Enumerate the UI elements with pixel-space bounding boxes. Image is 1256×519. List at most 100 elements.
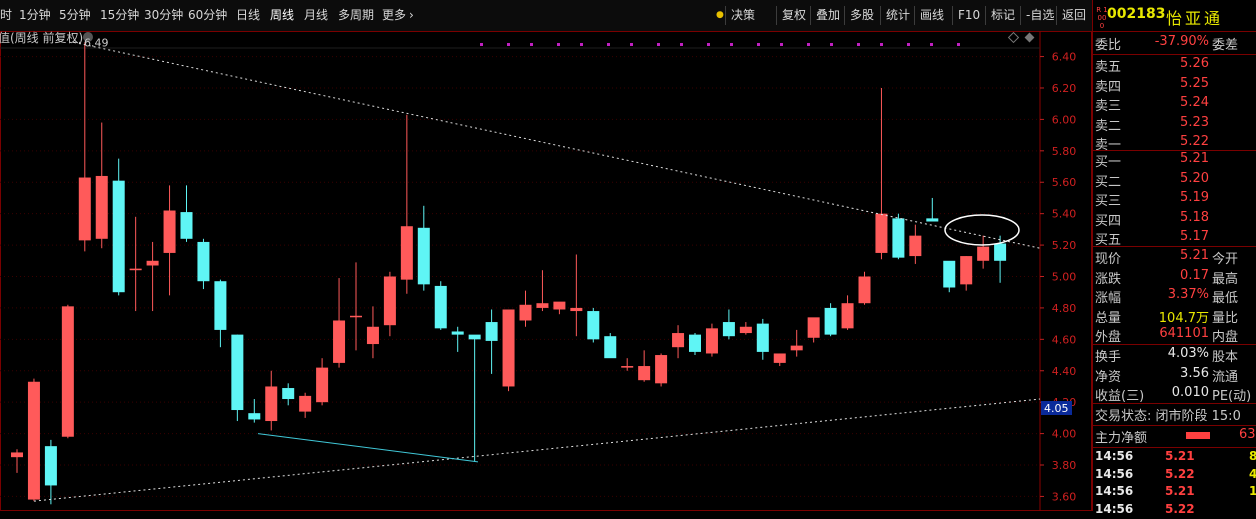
period-tab-6[interactable]: 日线 xyxy=(236,0,260,31)
candle-body xyxy=(265,386,278,422)
candle-body xyxy=(400,226,413,280)
candle-body xyxy=(112,180,125,293)
stat-row-2: 收益(三) 0.010 PE(动) xyxy=(1093,385,1256,404)
candle-body xyxy=(994,243,1007,261)
y-tick-label: 5.40 xyxy=(1052,208,1077,221)
toolbar-button-8[interactable]: -自选 xyxy=(1026,0,1054,31)
kline-chart[interactable]: 6.40 6.20 6.00 5.80 5.60 5.40 5.20 5.00 4.80 4.60… xyxy=(0,30,1092,511)
high-label: 6.49 xyxy=(84,36,109,49)
period-tab-7[interactable]: 周线 xyxy=(270,0,294,31)
period-tab-4[interactable]: 30分钟 xyxy=(144,0,183,31)
signal-dot xyxy=(730,43,733,46)
webi-row: 委比 -37.90% 委差 xyxy=(1093,34,1256,53)
toolbar-button-9[interactable]: 返回 xyxy=(1062,0,1086,31)
more-arrow-icon[interactable]: › xyxy=(409,0,414,31)
signal-dot xyxy=(530,43,533,46)
candle-body xyxy=(231,334,244,411)
stat-row-0-label: 换手 xyxy=(1095,350,1122,365)
tick-time: 14:56 xyxy=(1095,501,1134,516)
toolbar-button-6[interactable]: F10 xyxy=(958,0,980,31)
y-tick-label: 3.60 xyxy=(1052,490,1077,503)
candle-body xyxy=(214,281,227,330)
candle-body xyxy=(417,227,430,285)
candle-body xyxy=(672,333,685,348)
toolbar-separator xyxy=(914,6,915,25)
buy-level-3-value: 5.19 xyxy=(1180,190,1209,205)
period-tab-0[interactable]: 时 xyxy=(0,0,12,31)
stat-row-2-label2: PE(动) xyxy=(1212,389,1252,404)
tick-price: 5.22 xyxy=(1165,501,1195,516)
period-tab-2[interactable]: 5分钟 xyxy=(59,0,91,31)
candle-body xyxy=(621,366,634,368)
candle-body xyxy=(366,326,379,345)
stat-row-1-label: 净资 xyxy=(1095,369,1122,385)
bulb-icon: ● xyxy=(716,10,724,20)
tick-row: 14:56 5.22 4 xyxy=(1093,467,1256,484)
tick-time: 14:56 xyxy=(1095,466,1134,481)
tick-row: 14:56 5.21 8 xyxy=(1093,449,1256,466)
quote-row-0-value: 5.21 xyxy=(1180,248,1209,263)
diamond-filled-icon[interactable] xyxy=(1024,32,1035,43)
quote-row-4-value: 641101 xyxy=(1159,326,1209,341)
quote-row-2-label: 涨幅 xyxy=(1095,291,1122,306)
signal-dot xyxy=(557,43,560,46)
period-tab-1[interactable]: 1分钟 xyxy=(19,0,51,31)
stat-row-2-label: 收益(三) xyxy=(1095,389,1145,404)
diamond-icon[interactable] xyxy=(1007,31,1020,44)
quote-row-1-label2: 最高 xyxy=(1212,271,1239,287)
y-tick-label: 5.20 xyxy=(1052,239,1077,252)
buy-level-3: 买三 5.19 xyxy=(1093,190,1256,209)
toolbar-separator xyxy=(776,6,777,25)
toolbar-button-5[interactable]: 画线 xyxy=(920,0,944,31)
quote-row-4-label: 外盘 xyxy=(1095,330,1122,345)
toolbar-button-4[interactable]: 统计 xyxy=(886,0,910,31)
signal-dot xyxy=(807,43,810,46)
candle-body xyxy=(943,260,956,288)
stat-row-2-value: 0.010 xyxy=(1171,385,1209,400)
toolbar-separator xyxy=(844,6,845,25)
period-toolbar: 时 1分钟 5分钟 15分钟 30分钟 60分钟 日线 周线 月线 多周期 更多 › 决策 复权 叠加 多股统… xyxy=(0,0,1256,32)
candle-body xyxy=(587,311,600,340)
quote-row-3: 总量 104.7万 量比 xyxy=(1093,307,1256,326)
stat-row-1-value: 3.56 xyxy=(1180,365,1209,381)
period-tab-10[interactable]: 更多 xyxy=(382,0,406,31)
signal-dot xyxy=(507,43,510,46)
cyan-segment xyxy=(257,433,479,463)
sell-level-4-value: 5.25 xyxy=(1180,75,1209,91)
candle-body xyxy=(502,309,515,387)
period-tab-8[interactable]: 月线 xyxy=(304,0,328,31)
candle-body xyxy=(553,301,566,310)
period-tab-3[interactable]: 15分钟 xyxy=(100,0,139,31)
candle-body xyxy=(95,175,108,239)
toolbar-button-1[interactable]: 复权 xyxy=(782,0,806,31)
candle-body xyxy=(163,210,176,253)
toolbar-separator xyxy=(985,6,986,25)
candle-body xyxy=(824,307,837,335)
toolbar-button-3[interactable]: 多股 xyxy=(850,0,874,31)
signal-dot xyxy=(830,43,833,46)
sell-level-3-label: 卖三 xyxy=(1095,99,1122,114)
stat-row-1-label2: 流通 xyxy=(1212,369,1239,385)
sell-level-1-value: 5.22 xyxy=(1180,134,1209,149)
period-tab-9[interactable]: 多周期 xyxy=(338,0,374,31)
toolbar-button-2[interactable]: 叠加 xyxy=(816,0,840,31)
quote-row-0: 现价 5.21 今开 xyxy=(1093,248,1256,267)
candle-body xyxy=(197,241,210,282)
buy-level-2-value: 5.20 xyxy=(1180,170,1209,186)
quote-row-1-label: 涨跌 xyxy=(1095,271,1122,287)
mainflow-row: 主力净额 63 xyxy=(1093,427,1256,446)
stat-row-1: 净资 3.56 流通 xyxy=(1093,366,1256,385)
panel-divider xyxy=(1093,403,1256,404)
candle-body xyxy=(350,315,362,318)
toolbar-button-0[interactable]: 决策 xyxy=(731,0,755,31)
candle-body xyxy=(180,212,193,239)
toolbar-button-7[interactable]: 标记 xyxy=(991,0,1015,31)
period-tab-5[interactable]: 60分钟 xyxy=(188,0,227,31)
quote-row-2: 涨幅 3.37% 最低 xyxy=(1093,287,1256,306)
signal-dot xyxy=(630,43,633,46)
candle-body xyxy=(27,381,40,500)
candle-body xyxy=(451,331,464,335)
candle-body xyxy=(468,334,481,340)
candle-body xyxy=(638,366,651,381)
quote-row-0-label2: 今开 xyxy=(1212,252,1239,267)
